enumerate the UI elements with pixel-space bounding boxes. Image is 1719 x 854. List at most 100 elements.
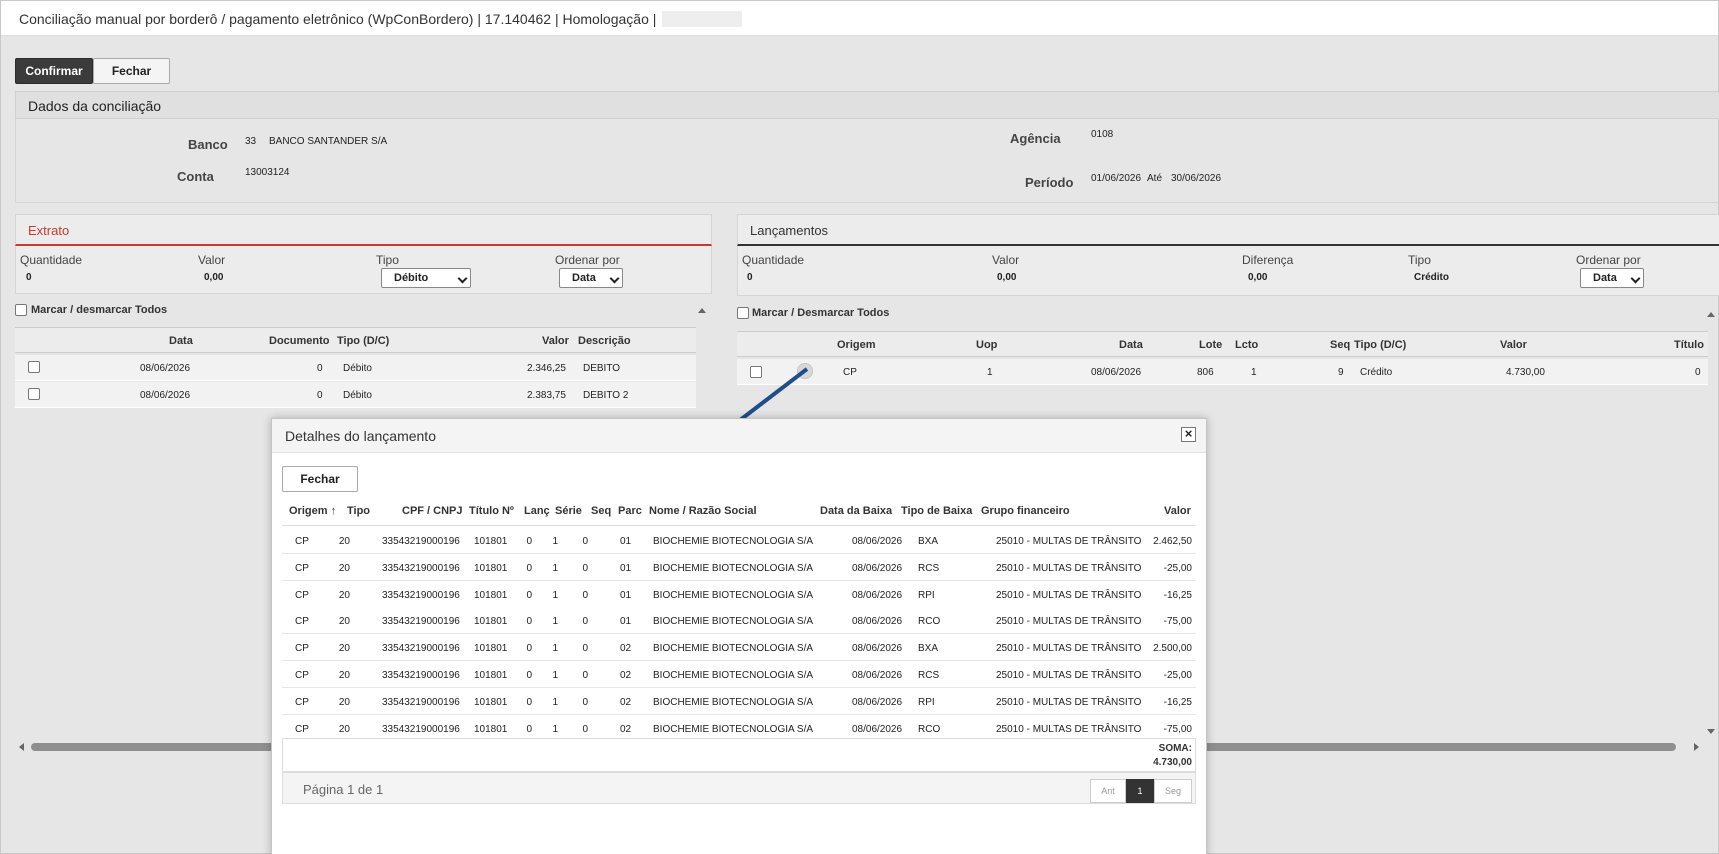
col-serie[interactable]: Série [555,505,582,517]
col-tipo-baixa[interactable]: Tipo de Baixa [901,505,972,517]
cell-tipo: Débito [343,363,372,374]
col-lote[interactable]: Lote [1199,339,1222,351]
table-row[interactable]: 08/06/2026 0 Débito 2.346,25 DEBITO [15,355,696,381]
cell-parc: 01 [620,616,632,628]
col-origem[interactable]: Origem ↑ [289,505,336,517]
cell-seq: 9 [1338,367,1344,378]
col-data[interactable]: Data [1119,339,1143,351]
extrato-table-header: Data Documento Tipo (D/C) Valor Descriçã… [15,327,696,353]
col-titulo[interactable]: Título Nº [469,505,514,517]
col-lcto[interactable]: Lcto [1235,339,1258,351]
cell-grupo: 25010 - MULTAS DE TRÂNSITO [996,562,1142,574]
table-row[interactable]: CP 20 33543219000196 101801 0 1 0 01 BIOCHEMIE B… [282,580,1196,608]
cell-seq: 0 [582,723,588,735]
cell-serie: 1 [552,643,558,655]
close-icon[interactable]: × [1181,427,1196,442]
col-seq[interactable]: Seq [591,505,611,517]
cell-titulo: 101801 [474,589,508,601]
cell-data: 08/06/2026 [140,390,191,401]
extrato-tipo-select[interactable]: Débito [381,268,471,288]
col-valor[interactable]: Valor [1500,339,1527,351]
scroll-right-icon[interactable] [1694,743,1699,751]
extrato-ordenar-select[interactable]: Data [559,268,623,288]
row-checkbox[interactable] [28,388,40,400]
lanc-select-all-checkbox[interactable] [737,307,749,319]
extrato-tipo-selected: Débito [394,272,429,284]
col-documento[interactable]: Documento [269,335,330,347]
cell-valor: -16,25 [1163,696,1192,708]
col-parc[interactable]: Parc [618,505,642,517]
pager: Página 1 de 1 Ant 1 Seg [282,772,1196,804]
table-row[interactable]: CP 20 33543219000196 101801 0 1 0 02 BIOCHEMIE B… [282,634,1196,662]
cell-data-baixa: 08/06/2026 [852,589,903,601]
app-frame: Conciliação manual por borderô / pagamen… [0,0,1719,854]
col-origem[interactable]: Origem [837,339,876,351]
scroll-down-icon[interactable] [1707,729,1715,734]
scroll-left-icon[interactable] [19,743,24,751]
col-tipo[interactable]: Tipo [347,505,370,517]
cell-valor: 2.500,00 [1153,643,1192,655]
pager-next-button[interactable]: Seg [1154,779,1192,803]
col-uop[interactable]: Uop [976,339,997,351]
periodo-start: 01/06/2026 [1091,173,1142,184]
banco-label: Banco [188,137,228,152]
col-lanc[interactable]: Lanç [524,505,550,517]
cell-data-baixa: 08/06/2026 [852,670,903,681]
pager-page-button[interactable]: 1 [1126,779,1154,803]
col-nome[interactable]: Nome / Razão Social [649,505,757,517]
row-checkbox[interactable] [28,361,40,373]
cell-parc: 02 [620,643,632,655]
col-tipo[interactable]: Tipo (D/C) [1354,339,1406,351]
lanc-select-all-label: Marcar / Desmarcar Todos [752,307,890,319]
table-row[interactable]: CP 20 33543219000196 101801 0 1 0 02 BIOCHEMIE B… [282,687,1196,715]
lanc-valor-label: Valor [992,253,1020,267]
scroll-up-icon[interactable] [1707,312,1715,317]
cell-tipo-baixa: BXA [918,643,939,655]
cell-serie: 1 [552,616,558,628]
sort-asc-icon: ↑ [330,505,337,517]
cell-grupo: 25010 - MULTAS DE TRÂNSITO [996,723,1142,735]
cell-cpf: 33543219000196 [382,536,460,547]
lancamentos-summary [737,246,1719,296]
cell-titulo: 101801 [474,723,508,735]
cell-lanc: 0 [526,643,532,655]
confirm-button[interactable]: Confirmar [15,58,93,84]
pager-prev-button[interactable]: Ant [1090,779,1126,803]
table-row[interactable]: CP 1 08/06/2026 806 1 9 Crédito 4.730,00… [737,359,1708,385]
col-cpf-cnpj[interactable]: CPF / CNPJ [402,505,463,517]
col-descricao[interactable]: Descrição [578,335,631,347]
table-row[interactable]: CP 20 33543219000196 101801 0 1 0 01 BIOCHEMIE B… [282,553,1196,581]
soma-value: 4.730,00 [1153,757,1192,768]
window-title: Conciliação manual por borderô / pagamen… [19,11,657,27]
cell-origem: CP [295,536,309,547]
table-row[interactable]: CP 20 33543219000196 101801 0 1 0 01 BIOCHEMIE B… [282,527,1196,554]
cell-titulo: 101801 [474,616,508,628]
modal-close-button[interactable]: Fechar [282,466,358,492]
lanc-ordenar-select[interactable]: Data [1580,268,1644,288]
cell-tipo-baixa: RCS [918,562,940,574]
col-titulo[interactable]: Título [1674,339,1704,351]
col-data-baixa[interactable]: Data da Baixa [820,505,892,517]
soma-label: SOMA: [1158,743,1192,754]
table-row[interactable]: CP 20 33543219000196 101801 0 1 0 01 BIOCHEMIE B… [282,607,1196,635]
extrato-header: Extrato [15,214,712,246]
cell-tipo: 20 [338,589,350,601]
scroll-up-icon[interactable] [698,308,706,313]
col-data[interactable]: Data [169,335,193,347]
lanc-valor-value: 0,00 [997,272,1017,283]
cell-lanc: 0 [526,723,532,735]
col-seq[interactable]: Seq [1330,339,1350,351]
modal-table-footer: SOMA: 4.730,00 [282,738,1196,772]
cell-cpf: 33543219000196 [382,696,460,708]
col-valor[interactable]: Valor [1164,505,1191,517]
col-valor[interactable]: Valor [542,335,569,347]
table-row[interactable]: 08/06/2026 0 Débito 2.383,75 DEBITO 2 [15,382,696,408]
col-grupo[interactable]: Grupo financeiro [981,505,1070,517]
close-button[interactable]: Fechar [93,58,170,84]
table-row[interactable]: CP 20 33543219000196 101801 0 1 0 02 BIOCHEMIE B… [282,661,1196,688]
cell-valor: 2.346,25 [527,363,566,374]
col-tipo[interactable]: Tipo (D/C) [337,335,389,347]
cell-seq: 0 [582,562,588,574]
extrato-select-all-checkbox[interactable] [15,304,27,316]
extrato-quantidade-label: Quantidade [20,253,83,267]
